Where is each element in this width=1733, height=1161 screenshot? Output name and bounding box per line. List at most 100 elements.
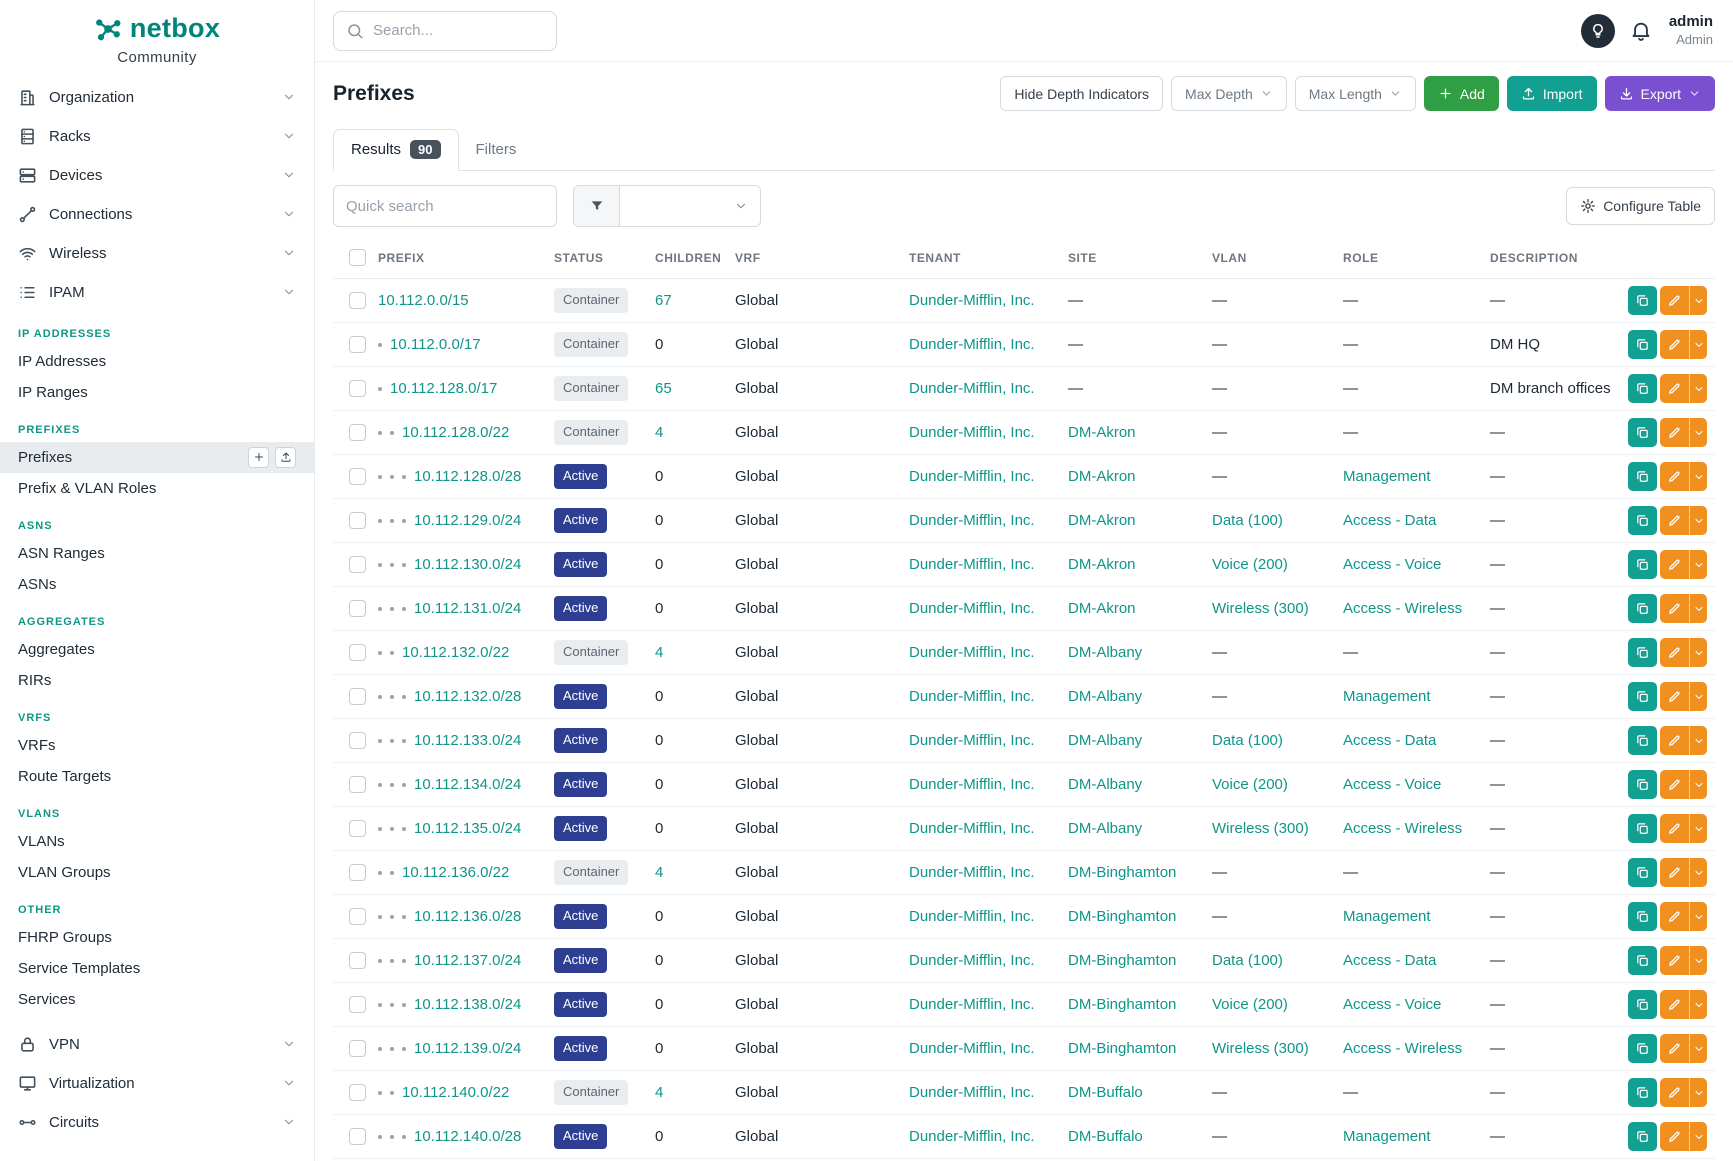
sidebar-add-prefix-button[interactable] (248, 447, 269, 468)
tenant-link[interactable]: Dunder-Mifflin, Inc. (909, 468, 1035, 485)
copy-button[interactable] (1628, 858, 1657, 887)
copy-button[interactable] (1628, 374, 1657, 403)
edit-button[interactable] (1660, 418, 1689, 447)
edit-button[interactable] (1660, 946, 1689, 975)
prefix-link[interactable]: 10.112.135.0/24 (414, 820, 521, 837)
copy-button[interactable] (1628, 594, 1657, 623)
tenant-link[interactable]: Dunder-Mifflin, Inc. (909, 424, 1035, 441)
row-checkbox[interactable] (349, 908, 366, 925)
edit-dropdown-toggle[interactable] (1689, 814, 1707, 843)
edit-dropdown-toggle[interactable] (1689, 594, 1707, 623)
sidebar-item-ip-addresses[interactable]: IP Addresses (0, 346, 314, 377)
sidebar-item-prefixes[interactable]: Prefixes (0, 442, 314, 473)
column-header-vrf[interactable]: VRF (735, 243, 909, 279)
max-length-dropdown[interactable]: Max Length (1295, 76, 1416, 111)
role-link[interactable]: Access - Data (1343, 512, 1436, 529)
edit-dropdown-toggle[interactable] (1689, 330, 1707, 359)
site-link[interactable]: DM-Binghamton (1068, 996, 1176, 1013)
sidebar-item-devices[interactable]: Devices (0, 156, 314, 195)
site-link[interactable]: DM-Albany (1068, 688, 1142, 705)
edit-dropdown-toggle[interactable] (1689, 506, 1707, 535)
edit-dropdown-toggle[interactable] (1689, 638, 1707, 667)
edit-button[interactable] (1660, 858, 1689, 887)
copy-button[interactable] (1628, 462, 1657, 491)
copy-button[interactable] (1628, 550, 1657, 579)
copy-button[interactable] (1628, 506, 1657, 535)
edit-button[interactable] (1660, 462, 1689, 491)
vlan-link[interactable]: Data (100) (1212, 512, 1283, 529)
vlan-link[interactable]: Wireless (300) (1212, 820, 1309, 837)
prefix-link[interactable]: 10.112.137.0/24 (414, 952, 521, 969)
vlan-link[interactable]: Data (100) (1212, 732, 1283, 749)
max-depth-dropdown[interactable]: Max Depth (1171, 76, 1287, 111)
hide-depth-indicators-button[interactable]: Hide Depth Indicators (1000, 76, 1163, 111)
row-checkbox[interactable] (349, 556, 366, 573)
tenant-link[interactable]: Dunder-Mifflin, Inc. (909, 292, 1035, 309)
sidebar-item-virtualization[interactable]: Virtualization (0, 1064, 314, 1103)
vlan-link[interactable]: Voice (200) (1212, 996, 1288, 1013)
edit-dropdown-toggle[interactable] (1689, 1034, 1707, 1063)
edit-button[interactable] (1660, 726, 1689, 755)
prefix-link[interactable]: 10.112.133.0/24 (414, 732, 521, 749)
export-dropdown-button[interactable]: Export (1605, 76, 1715, 111)
column-header-prefix[interactable]: Prefix (378, 243, 554, 279)
tenant-link[interactable]: Dunder-Mifflin, Inc. (909, 600, 1035, 617)
edit-dropdown-toggle[interactable] (1689, 462, 1707, 491)
prefix-link[interactable]: 10.112.0.0/17 (390, 336, 481, 353)
vlan-link[interactable]: Wireless (300) (1212, 600, 1309, 617)
sidebar-item-ip-ranges[interactable]: IP Ranges (0, 377, 314, 408)
row-checkbox[interactable] (349, 688, 366, 705)
edit-dropdown-toggle[interactable] (1689, 1078, 1707, 1107)
edit-button[interactable] (1660, 374, 1689, 403)
edit-button[interactable] (1660, 286, 1689, 315)
row-checkbox[interactable] (349, 732, 366, 749)
edit-dropdown-toggle[interactable] (1689, 682, 1707, 711)
role-link[interactable]: Access - Voice (1343, 776, 1441, 793)
copy-button[interactable] (1628, 638, 1657, 667)
row-checkbox[interactable] (349, 292, 366, 309)
site-link[interactable]: DM-Akron (1068, 512, 1136, 529)
sidebar-item-services[interactable]: Services (0, 984, 314, 1015)
copy-button[interactable] (1628, 726, 1657, 755)
sidebar-item-connections[interactable]: Connections (0, 195, 314, 234)
prefix-link[interactable]: 10.112.128.0/17 (390, 380, 497, 397)
tenant-link[interactable]: Dunder-Mifflin, Inc. (909, 776, 1035, 793)
sidebar-item-vlan-groups[interactable]: VLAN Groups (0, 857, 314, 888)
notifications-button[interactable] (1630, 20, 1652, 42)
column-header-description[interactable]: Description (1490, 243, 1627, 279)
copy-button[interactable] (1628, 990, 1657, 1019)
copy-button[interactable] (1628, 814, 1657, 843)
edit-dropdown-toggle[interactable] (1689, 858, 1707, 887)
copy-button[interactable] (1628, 1034, 1657, 1063)
sidebar-item-vrfs[interactable]: VRFs (0, 730, 314, 761)
edit-button[interactable] (1660, 682, 1689, 711)
prefix-link[interactable]: 10.112.0.0/15 (378, 292, 469, 309)
row-checkbox[interactable] (349, 424, 366, 441)
edit-button[interactable] (1660, 1078, 1689, 1107)
tenant-link[interactable]: Dunder-Mifflin, Inc. (909, 1084, 1035, 1101)
site-link[interactable]: DM-Binghamton (1068, 952, 1176, 969)
column-header-site[interactable]: Site (1068, 243, 1212, 279)
edit-dropdown-toggle[interactable] (1689, 550, 1707, 579)
site-link[interactable]: DM-Albany (1068, 776, 1142, 793)
add-button[interactable]: Add (1424, 76, 1499, 111)
edit-button[interactable] (1660, 1122, 1689, 1151)
row-checkbox[interactable] (349, 952, 366, 969)
edit-button[interactable] (1660, 638, 1689, 667)
edit-dropdown-toggle[interactable] (1689, 286, 1707, 315)
brand[interactable]: netbox Community (0, 0, 314, 66)
prefix-link[interactable]: 10.112.136.0/28 (414, 908, 521, 925)
sidebar-item-prefix-vlan-roles[interactable]: Prefix & VLAN Roles (0, 473, 314, 504)
theme-toggle-button[interactable] (1581, 14, 1615, 48)
prefix-link[interactable]: 10.112.132.0/28 (414, 688, 521, 705)
row-checkbox[interactable] (349, 1040, 366, 1057)
role-link[interactable]: Access - Data (1343, 952, 1436, 969)
site-link[interactable]: DM-Buffalo (1068, 1084, 1143, 1101)
prefix-link[interactable]: 10.112.131.0/24 (414, 600, 521, 617)
copy-button[interactable] (1628, 902, 1657, 931)
row-checkbox[interactable] (349, 776, 366, 793)
edit-dropdown-toggle[interactable] (1689, 374, 1707, 403)
children-count-link[interactable]: 4 (655, 424, 663, 441)
edit-button[interactable] (1660, 990, 1689, 1019)
role-link[interactable]: Access - Voice (1343, 996, 1441, 1013)
